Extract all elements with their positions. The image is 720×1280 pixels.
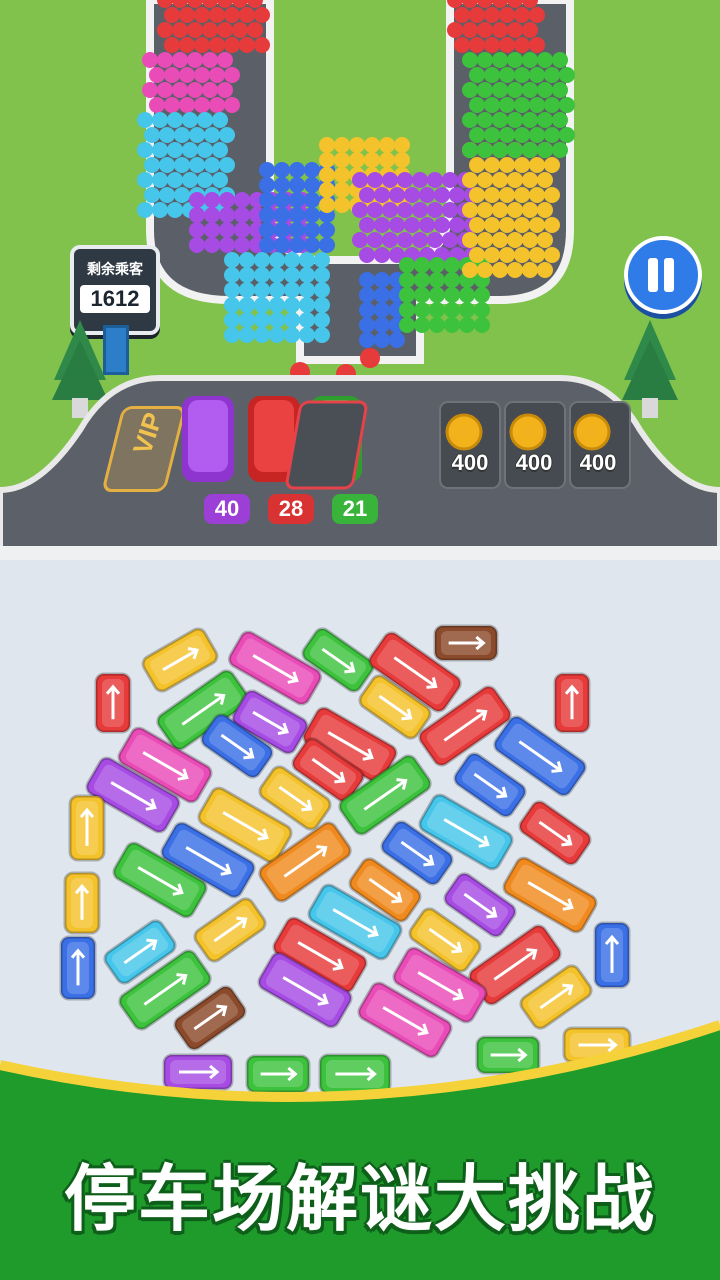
puzzle-car[interactable] xyxy=(517,799,593,867)
puzzle-car[interactable] xyxy=(63,871,101,935)
banner-title: 停车场解谜大挑战 xyxy=(63,1157,656,1241)
puzzle-car[interactable] xyxy=(593,921,631,989)
puzzle-car[interactable] xyxy=(94,672,132,734)
puzzle-car[interactable] xyxy=(553,672,591,734)
puzzle-car[interactable] xyxy=(68,794,106,862)
puzzle-car[interactable] xyxy=(59,935,97,1001)
puzzle-car[interactable] xyxy=(501,855,599,935)
game-scene: 剩余乘客 1612 VIP 40 28 21 400 400 400 停车场解谜… xyxy=(0,0,720,1280)
puzzle-car[interactable] xyxy=(433,624,499,662)
puzzle-car[interactable] xyxy=(192,896,268,964)
